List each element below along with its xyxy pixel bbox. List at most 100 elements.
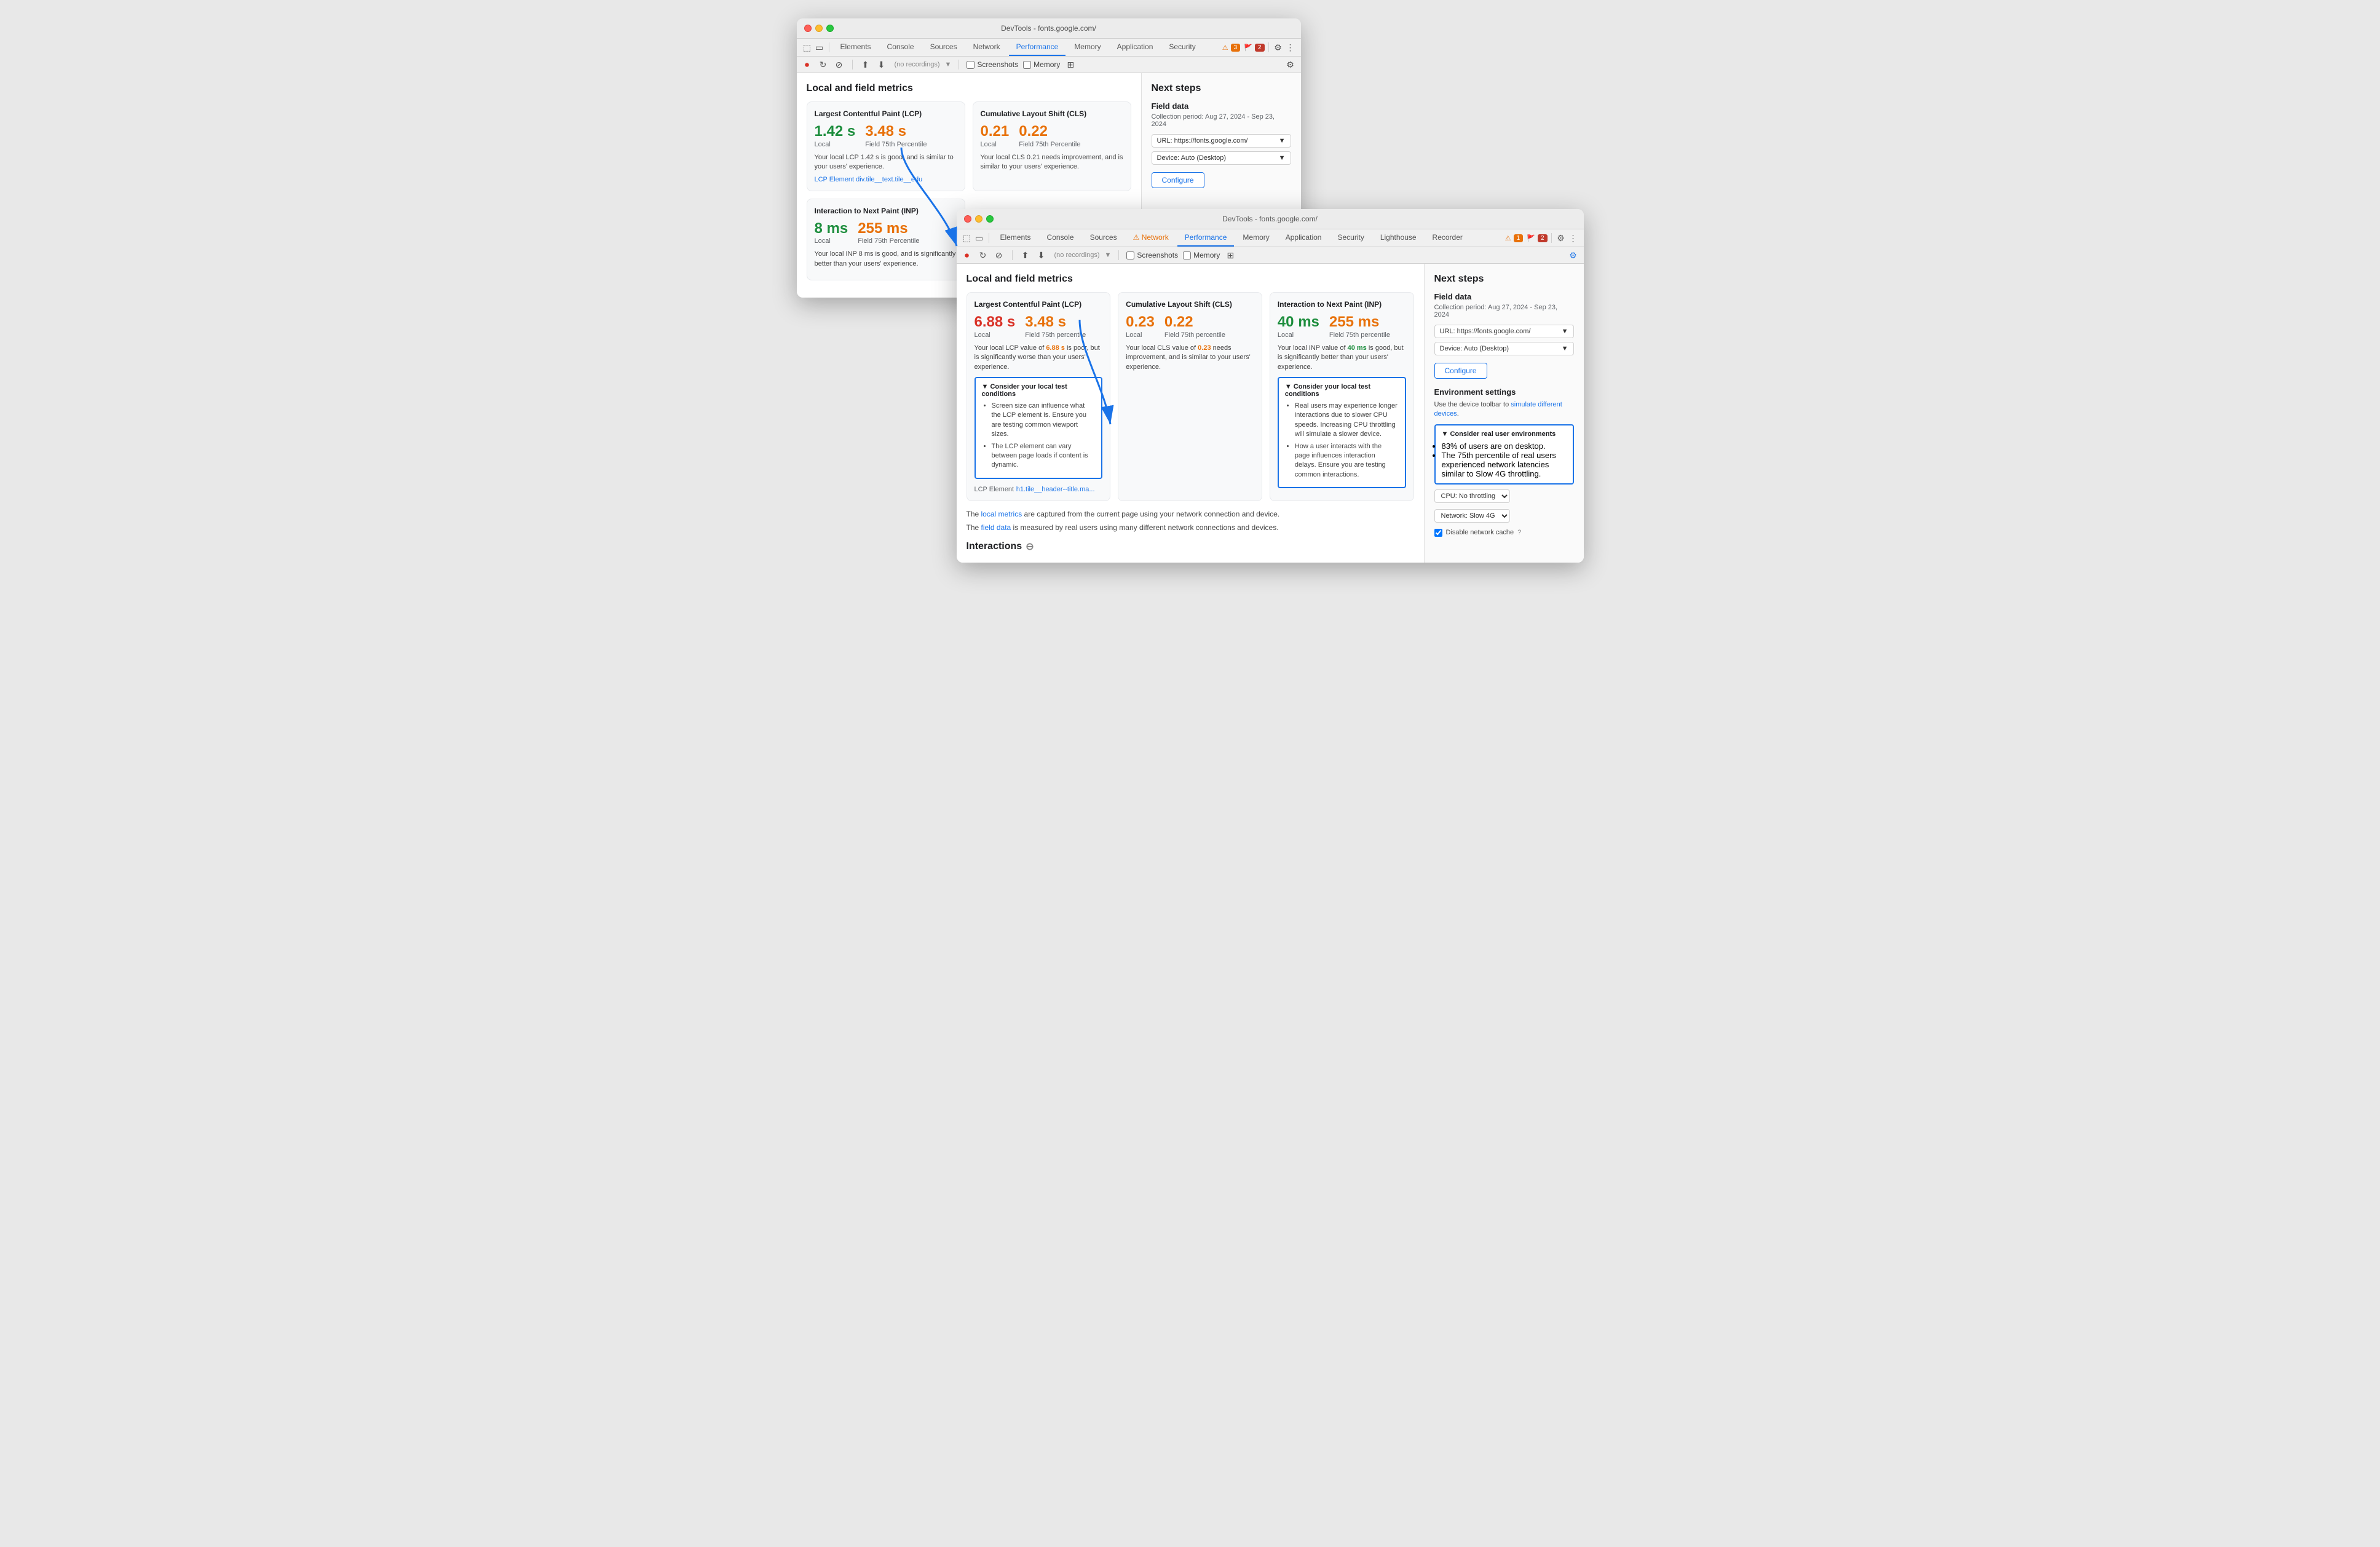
more-icon-2[interactable]: ⋮ [1568,232,1579,243]
tab-security-1[interactable]: Security [1161,39,1203,56]
inp-title-1: Interaction to Next Paint (INP) [815,207,957,215]
upload-icon-1[interactable]: ⬆ [860,59,871,70]
warning-badge-2: 1 [1514,234,1524,242]
cls-card-2: Cumulative Layout Shift (CLS) 0.23 Local… [1118,292,1262,501]
more-icon-1[interactable]: ⋮ [1285,42,1296,53]
cpu-icon-1[interactable]: ⊞ [1065,59,1076,70]
tab-sources-1[interactable]: Sources [923,39,965,56]
record-icon-1[interactable]: ⏺ [802,59,813,70]
field-data-link[interactable]: field data [981,523,1011,532]
warning-badge-1: 3 [1231,44,1241,52]
lcp-expandable-2: ▼ Consider your local test conditions Sc… [975,377,1103,479]
tab-console-2[interactable]: Console [1040,229,1081,247]
cpu-icon-2[interactable]: ⊞ [1225,250,1236,261]
tab-application-2[interactable]: Application [1278,229,1329,247]
reload-icon-2[interactable]: ↻ [978,250,989,261]
tab-elements-1[interactable]: Elements [833,39,879,56]
device-dropdown-2[interactable]: Device: Auto (Desktop) ▼ [1434,342,1574,355]
disable-cache-checkbox[interactable] [1434,529,1442,537]
lcp-local-group-2: 6.88 s Local [975,314,1016,339]
tab-performance-2[interactable]: Performance [1177,229,1235,247]
inp-local-label-2: Local [1278,331,1319,339]
memory-checkbox-1[interactable]: Memory [1023,60,1060,69]
maximize-button-2[interactable] [986,215,994,223]
disable-cache-label: Disable network cache [1446,529,1514,536]
inp-local-value-2: 40 ms [1278,314,1319,331]
settings-recording-2[interactable]: ⚙ [1568,250,1579,261]
maximize-button-1[interactable] [826,25,834,32]
device-icon-1[interactable]: ▭ [814,42,825,53]
tab-performance-1[interactable]: Performance [1009,39,1066,56]
info-text-2: The field data is measured by real users… [967,522,1414,533]
tab-recorder-2[interactable]: Recorder [1425,229,1470,247]
inspect-icon-1[interactable]: ⬚ [802,42,813,53]
content-area-2: Local and field metrics Largest Contentf… [957,264,1424,563]
record-icon-2[interactable]: ⏺ [962,250,973,261]
tab-memory-2[interactable]: Memory [1235,229,1276,247]
env-settings-desc-2: Use the device toolbar to simulate diffe… [1434,400,1574,419]
lcp-element-row-2: LCP Element h1.tile__header--title.ma... [975,484,1103,493]
lcp-field-group-2: 3.48 s Field 75th percentile [1025,314,1086,339]
memory-checkbox-2[interactable]: Memory [1183,251,1220,259]
cpu-select[interactable]: CPU: No throttling [1434,489,1510,503]
download-icon-2[interactable]: ⬇ [1036,250,1047,261]
device-dropdown-1[interactable]: Device: Auto (Desktop) ▼ [1152,151,1291,165]
cls-values-1: 0.21 Local 0.22 Field 75th Percentile [981,123,1123,148]
tab-sources-2[interactable]: Sources [1083,229,1125,247]
lcp-local-value-2: 6.88 s [975,314,1016,331]
settings-recording-1[interactable]: ⚙ [1285,59,1296,70]
lcp-tip-1: Screen size can influence what the LCP e… [992,402,1096,440]
next-steps-title-1: Next steps [1152,83,1291,94]
network-select[interactable]: Network: Slow 4G [1434,509,1510,523]
settings-icon-1[interactable]: ⚙ [1273,42,1284,53]
inp-field-group-2: 255 ms Field 75th percentile [1329,314,1390,339]
close-button-2[interactable] [964,215,971,223]
tab-elements-2[interactable]: Elements [993,229,1038,247]
local-metrics-link[interactable]: local metrics [981,510,1022,518]
device-icon-2[interactable]: ▭ [974,232,985,243]
divider-6 [1551,233,1552,243]
tab-network-1[interactable]: Network [966,39,1008,56]
inspect-icon-2[interactable]: ⬚ [962,232,973,243]
lcp-field-group-1: 3.48 s Field 75th Percentile [865,123,927,148]
minimize-button-2[interactable] [975,215,982,223]
tab-lighthouse-2[interactable]: Lighthouse [1373,229,1424,247]
clear-icon-1[interactable]: ⊘ [834,59,845,70]
tab-memory-1[interactable]: Memory [1067,39,1108,56]
divider-3 [852,60,853,69]
lcp-tip-2: The LCP element can vary between page lo… [992,442,1096,470]
lcp-element-value-2: h1.tile__header--title.ma... [1016,486,1095,493]
cls-field-label-1: Field 75th Percentile [1019,141,1080,148]
tab-network-2[interactable]: ⚠ Network [1126,229,1176,247]
minimize-button-1[interactable] [815,25,823,32]
consider-real-title-2: ▼ Consider real user environments [1442,430,1567,438]
lcp-title-2: Largest Contentful Paint (LCP) [975,300,1103,309]
lcp-field-label-1: Field 75th Percentile [865,141,927,148]
real-tip-1: 83% of users are on desktop. [1442,441,1567,451]
inp-tips-2: Real users may experience longer interac… [1285,402,1399,480]
tab-console-1[interactable]: Console [880,39,922,56]
divider-7 [1012,250,1013,260]
url-dropdown-2[interactable]: URL: https://fonts.google.com/ ▼ [1434,325,1574,338]
tab-security-2[interactable]: Security [1330,229,1371,247]
configure-button-2[interactable]: Configure [1434,363,1487,379]
reload-icon-1[interactable]: ↻ [818,59,829,70]
download-icon-1[interactable]: ⬇ [876,59,887,70]
section-title-1: Local and field metrics [807,83,1131,94]
disable-cache-help-icon[interactable]: ? [1517,529,1521,536]
devtools-window-2: DevTools - fonts.google.com/ ⬚ ▭ Element… [957,209,1584,563]
inp-local-label-1: Local [815,237,848,245]
configure-button-1[interactable]: Configure [1152,172,1204,188]
close-button-1[interactable] [804,25,812,32]
url-dropdown-1[interactable]: URL: https://fonts.google.com/ ▼ [1152,134,1291,148]
cls-description-1: Your local CLS 0.21 needs improvement, a… [981,153,1123,172]
screenshots-checkbox-1[interactable]: Screenshots [967,60,1018,69]
upload-icon-2[interactable]: ⬆ [1020,250,1031,261]
cls-title-1: Cumulative Layout Shift (CLS) [981,109,1123,118]
simulate-devices-link[interactable]: simulate different devices [1434,401,1562,417]
clear-icon-2[interactable]: ⊘ [994,250,1005,261]
screenshots-checkbox-2[interactable]: Screenshots [1126,251,1178,259]
settings-icon-2[interactable]: ⚙ [1556,232,1567,243]
interactions-section: Interactions ⊖ [967,540,1414,553]
tab-application-1[interactable]: Application [1110,39,1161,56]
